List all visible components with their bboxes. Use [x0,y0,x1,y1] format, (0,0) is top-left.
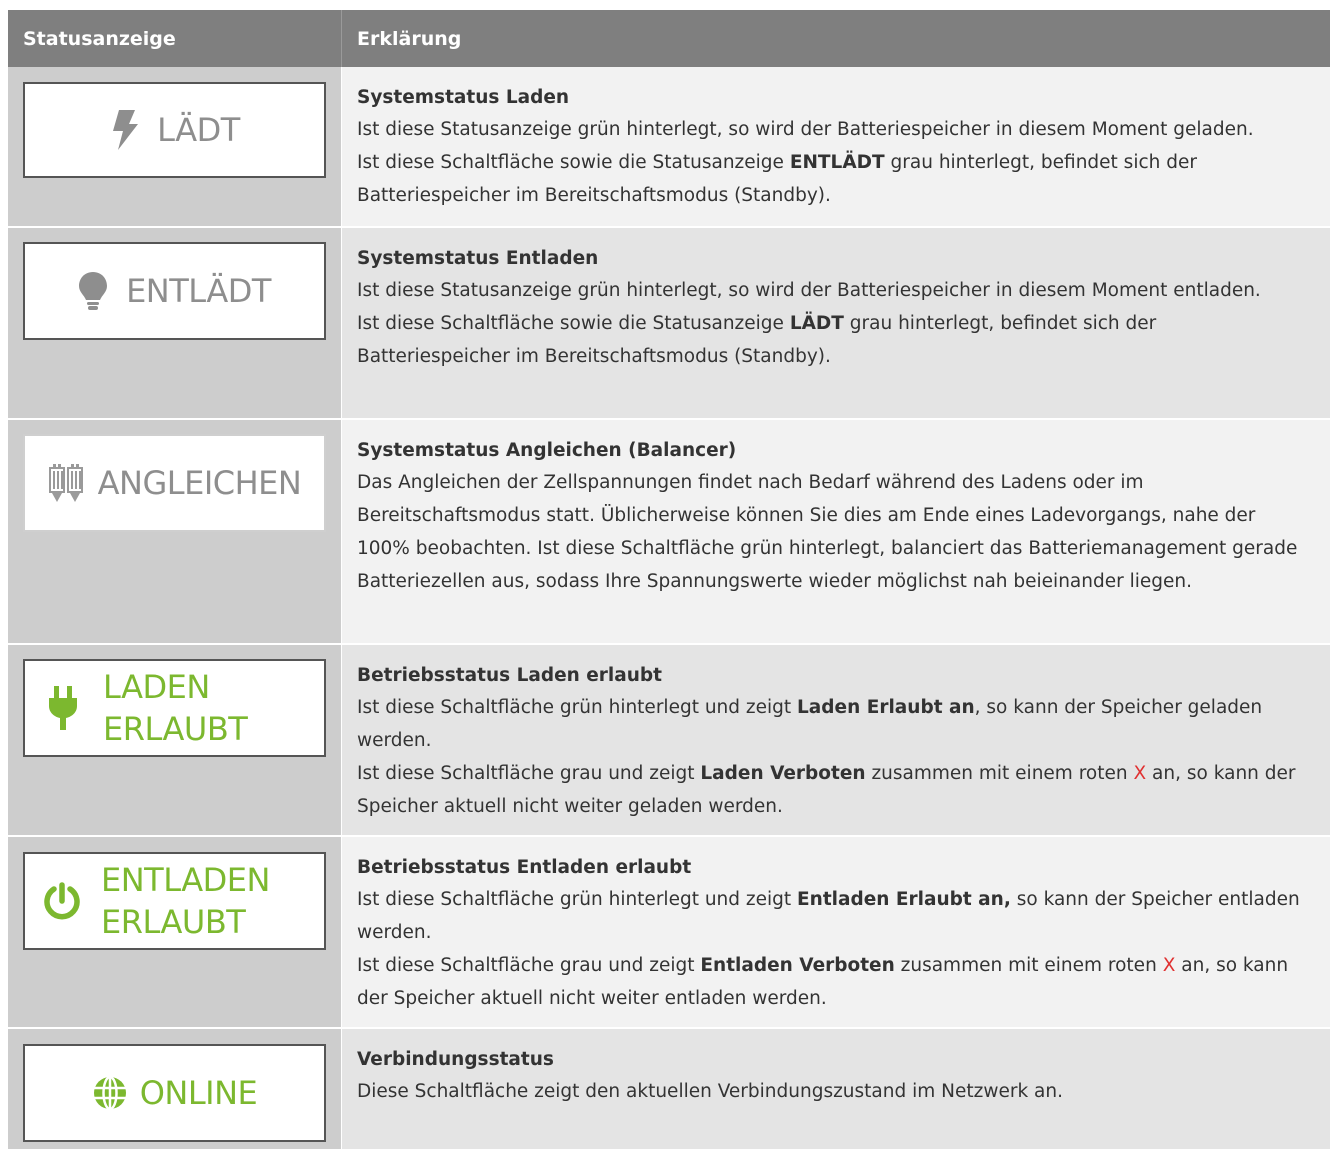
row-title: Verbindungsstatus [357,1049,554,1070]
table-row: ENTLÄDT Systemstatus Entladen Ist diese … [8,226,1330,418]
paragraph: Diese Schaltfläche zeigt den aktuellen V… [357,1081,1063,1102]
text: Ist diese Schaltfläche grün hinterlegt u… [357,889,798,910]
bold-text: Entladen Erlaubt an, [797,889,1011,910]
paragraph: Ist diese Schaltfläche sowie die Statusa… [357,146,1314,212]
status-cell: LÄDT [8,67,341,226]
status-button-label: LÄDT [157,111,240,149]
text: zusammen mit einem roten [865,763,1134,784]
status-cell: LADEN ERLAUBT [8,645,341,835]
row-title: Systemstatus Laden [357,87,570,108]
bold-text: ENTLÄDT [789,152,885,173]
table-row: ANGLEICHEN Systemstatus Angleichen (Bala… [8,418,1330,643]
red-x: X [1162,955,1176,976]
explanation-cell: Betriebsstatus Entladen erlaubt Ist dies… [341,837,1330,1027]
paragraph: Ist diese Statusanzeige grün hinterlegt,… [357,280,1261,301]
status-button-angleichen[interactable]: ANGLEICHEN [23,434,326,532]
explanation-cell: Systemstatus Laden Ist diese Statusanzei… [341,67,1330,226]
paragraph: Ist diese Schaltfläche grün hinterlegt u… [357,691,1314,757]
status-cell: ANGLEICHEN [8,420,341,643]
label-line: ERLAUBT [101,903,246,941]
row-title: Betriebsstatus Laden erlaubt [357,665,662,686]
plug-icon [47,686,79,730]
row-title: Betriebsstatus Entladen erlaubt [357,857,692,878]
table-header: Statusanzeige Erklärung [8,10,1330,67]
status-button-label: ANGLEICHEN [97,464,302,502]
status-button-entlaedt[interactable]: ENTLÄDT [23,242,326,340]
bold-text: LÄDT [789,313,844,334]
row-title: Systemstatus Entladen [357,248,599,269]
bold-text: Entladen Verboten [700,955,895,976]
status-button-laedt[interactable]: LÄDT [23,82,326,178]
battery-cells-icon [48,463,84,503]
text: Ist diese Schaltfläche sowie die Statusa… [357,313,790,334]
text: zusammen mit einem roten [894,955,1163,976]
table-row: ONLINE Verbindungsstatus Diese Schaltflä… [8,1027,1330,1149]
status-cell: ENTLADEN ERLAUBT [8,837,341,1027]
globe-icon [92,1075,128,1111]
paragraph: Ist diese Schaltfläche sowie die Statusa… [357,307,1314,373]
status-button-entladen-erlaubt[interactable]: ENTLADEN ERLAUBT [23,852,326,950]
status-button-label: ONLINE [139,1074,258,1112]
explanation-cell: Systemstatus Entladen Ist diese Statusan… [341,228,1330,418]
header-statusanzeige: Statusanzeige [23,27,176,50]
status-button-online[interactable]: ONLINE [23,1044,326,1142]
red-x: X [1133,763,1147,784]
header-erklaerung: Erklärung [341,10,1330,67]
paragraph: Das Angleichen der Zellspannungen findet… [357,472,1298,592]
paragraph: Ist diese Schaltfläche grau und zeigt La… [357,757,1314,823]
paragraph: Ist diese Statusanzeige grün hinterlegt,… [357,119,1254,140]
text: Ist diese Schaltfläche sowie die Statusa… [357,152,790,173]
lightning-icon [109,110,139,150]
text: Ist diese Schaltfläche grün hinterlegt u… [357,697,798,718]
label-line: ENTLADEN [101,861,270,899]
lightbulb-icon [78,271,108,311]
status-button-label: ENTLADEN ERLAUBT [101,859,270,943]
bold-text: Laden Verboten [700,763,866,784]
row-title: Systemstatus Angleichen (Balancer) [357,440,737,461]
text: Ist diese Schaltfläche grau und zeigt [357,763,701,784]
text: Ist diese Schaltfläche grau und zeigt [357,955,701,976]
power-icon [43,882,81,920]
status-cell: ONLINE [8,1029,341,1149]
explanation-cell: Systemstatus Angleichen (Balancer) Das A… [341,420,1330,643]
table-row: ENTLADEN ERLAUBT Betriebsstatus Entladen… [8,835,1330,1027]
explanation-cell: Betriebsstatus Laden erlaubt Ist diese S… [341,645,1330,835]
paragraph: Ist diese Schaltfläche grün hinterlegt u… [357,883,1314,949]
table-row: LADEN ERLAUBT Betriebsstatus Laden erlau… [8,643,1330,835]
explanation-cell: Verbindungsstatus Diese Schaltfläche zei… [341,1029,1330,1149]
bold-text: Laden Erlaubt an [797,697,975,718]
label-line: ERLAUBT [103,710,248,748]
status-table: Statusanzeige Erklärung LÄDT Systemstatu… [8,10,1330,1149]
status-cell: ENTLÄDT [8,228,341,418]
status-button-label: ENTLÄDT [126,272,271,310]
table-row: LÄDT Systemstatus Laden Ist diese Status… [8,67,1330,226]
paragraph: Ist diese Schaltfläche grau und zeigt En… [357,949,1314,1015]
status-button-laden-erlaubt[interactable]: LADEN ERLAUBT [23,659,326,757]
status-button-label: LADEN ERLAUBT [103,666,248,750]
label-line: LADEN [103,668,210,706]
